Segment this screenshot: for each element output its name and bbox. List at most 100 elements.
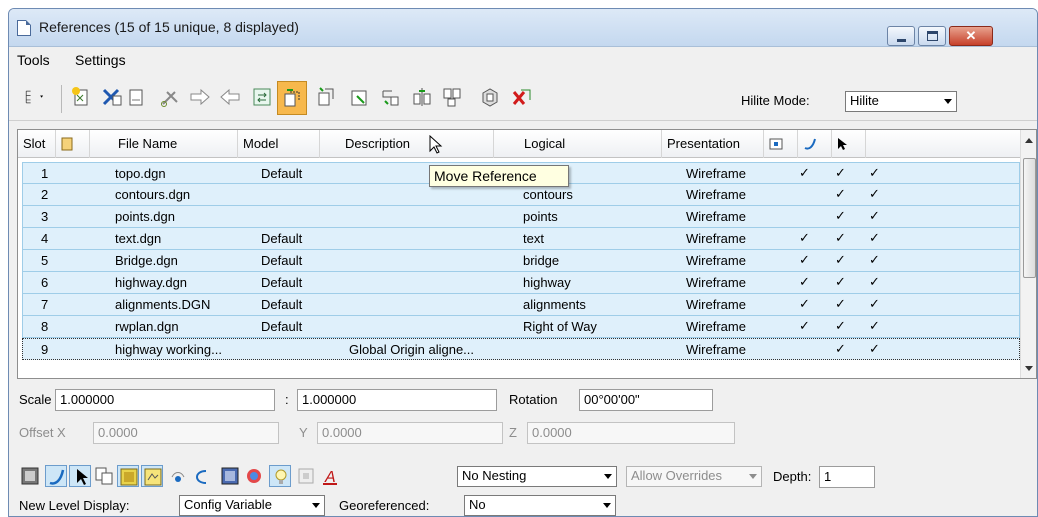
close-button[interactable]: ✕ [949, 26, 993, 46]
mirror-horizontal-button[interactable] [409, 83, 435, 111]
locate-check[interactable]: ✓ [869, 208, 880, 224]
georeferenced-select[interactable]: No [464, 495, 616, 516]
table-row[interactable]: 6 highway.dgn Default highway Wireframe … [22, 272, 1020, 294]
locate-check[interactable]: ✓ [869, 165, 880, 181]
column-header-presentation[interactable]: Presentation [662, 130, 764, 158]
offset-z-field[interactable]: 0.0000 [527, 422, 735, 444]
snap-check[interactable]: ✓ [835, 186, 846, 202]
move-reference-button[interactable] [277, 81, 307, 115]
reference-settings-button[interactable] [477, 83, 503, 111]
column-header-slot[interactable]: Slot [18, 130, 56, 158]
scroll-up-icon[interactable] [1025, 138, 1033, 143]
locate-check[interactable]: ✓ [869, 318, 880, 334]
tree-view-dropdown-button[interactable] [15, 83, 55, 111]
column-header-file-name[interactable]: File Name [90, 130, 238, 158]
table-row[interactable]: 7 alignments.DGN Default alignments Wire… [22, 294, 1020, 316]
clip-boundary-button[interactable] [157, 83, 183, 111]
ignore-attachment-button[interactable] [167, 465, 189, 487]
snap-check[interactable]: ✓ [835, 165, 846, 181]
scale-reference-button[interactable] [347, 83, 373, 111]
toolbar: Hilite Mode: Hilite [9, 73, 1037, 121]
column-header-doc[interactable] [56, 130, 90, 158]
display-check[interactable]: ✓ [799, 274, 810, 290]
true-scale-button[interactable] [93, 465, 115, 487]
display-check[interactable]: ✓ [799, 165, 810, 181]
rotate-reference-button[interactable] [377, 83, 403, 111]
snap-check[interactable]: ✓ [835, 296, 846, 312]
maximize-button[interactable] [918, 26, 946, 46]
locate-check[interactable]: ✓ [869, 252, 880, 268]
locate-check[interactable]: ✓ [869, 274, 880, 290]
table-row[interactable]: 4 text.dgn Default text Wireframe ✓ ✓ ✓ [22, 228, 1020, 250]
column-header-logical[interactable]: Logical [494, 130, 662, 158]
snap-check[interactable]: ✓ [835, 252, 846, 268]
presentation-cell: Wireframe [686, 209, 746, 224]
lighting-button[interactable] [269, 465, 291, 487]
column-header-model[interactable]: Model [238, 130, 320, 158]
hilite-mode-select[interactable]: Hilite [845, 91, 957, 112]
display-toggle-button[interactable] [19, 465, 41, 487]
vertical-scrollbar[interactable] [1020, 130, 1036, 378]
snap-check[interactable]: ✓ [835, 274, 846, 290]
offset-x-field[interactable]: 0.0000 [93, 422, 279, 444]
menu-tools[interactable]: Tools [17, 52, 50, 68]
clip-volume-button[interactable] [295, 465, 317, 487]
table-row[interactable]: 9 highway working... Global Origin align… [22, 338, 1020, 360]
column-header-snap[interactable] [798, 130, 832, 158]
locate-check[interactable]: ✓ [869, 186, 880, 202]
display-raster-button[interactable] [243, 465, 265, 487]
copy-reference-button[interactable] [313, 83, 339, 111]
scrollbar-thumb[interactable] [1023, 158, 1036, 278]
scroll-down-icon[interactable] [1025, 366, 1033, 371]
scale-master-field[interactable]: 1.000000 [55, 389, 275, 411]
level-display-button[interactable] [117, 465, 139, 487]
display-check[interactable]: ✓ [799, 296, 810, 312]
table-row[interactable]: 2 contours.dgn contours Wireframe ✓ ✓ [22, 184, 1020, 206]
clip-delete-button[interactable] [217, 83, 243, 111]
menu-settings[interactable]: Settings [75, 52, 126, 68]
slot-cell: 3 [41, 209, 49, 224]
nesting-select[interactable]: No Nesting [457, 466, 617, 487]
overrides-select[interactable]: Allow Overrides [626, 466, 762, 487]
snap-check[interactable]: ✓ [835, 341, 846, 357]
text-attachment-button[interactable]: A [319, 465, 341, 487]
table-row[interactable]: 3 points.dgn points Wireframe ✓ ✓ [22, 206, 1020, 228]
snap-check[interactable]: ✓ [835, 318, 846, 334]
detach-reference-button[interactable] [99, 83, 125, 111]
clip-mask-button[interactable] [187, 83, 213, 111]
rotation-field[interactable]: 00°00'00" [579, 389, 713, 411]
minimize-button[interactable] [887, 26, 915, 46]
delete-reference-button[interactable] [509, 83, 535, 111]
new-level-display-select[interactable]: Config Variable [179, 495, 325, 516]
scale-ref-field[interactable]: 1.000000 [297, 389, 497, 411]
title-bar[interactable]: References (15 of 15 unique, 8 displayed… [9, 9, 1037, 47]
live-nesting-button[interactable] [191, 465, 213, 487]
column-header-description[interactable]: Description [320, 130, 494, 158]
arrow-right-icon [190, 88, 210, 106]
mirror-vertical-button[interactable] [439, 83, 465, 111]
column-header-display[interactable] [764, 130, 798, 158]
window-title: References (15 of 15 unique, 8 displayed… [39, 19, 299, 35]
locate-check[interactable]: ✓ [869, 230, 880, 246]
depth-field[interactable]: 1 [819, 466, 875, 488]
attach-reference-button[interactable] [69, 83, 95, 111]
reload-reference-button[interactable] [123, 83, 149, 111]
table-row[interactable]: 8 rwplan.dgn Default Right of Way Wirefr… [22, 316, 1020, 338]
locate-toggle-button[interactable] [69, 465, 91, 487]
exchange-reference-button[interactable] [249, 83, 275, 111]
snap-check[interactable]: ✓ [835, 230, 846, 246]
locate-check[interactable]: ✓ [869, 296, 880, 312]
display-check[interactable]: ✓ [799, 318, 810, 334]
table-header: Slot File Name Model Description Logical… [18, 130, 1020, 158]
display-check[interactable]: ✓ [799, 252, 810, 268]
treat-as-element-button[interactable] [219, 465, 241, 487]
table-row[interactable]: 5 Bridge.dgn Default bridge Wireframe ✓ … [22, 250, 1020, 272]
offset-y-field[interactable]: 0.0000 [317, 422, 503, 444]
raster-display-button[interactable] [141, 465, 163, 487]
locate-check[interactable]: ✓ [869, 341, 880, 357]
snap-check[interactable]: ✓ [835, 208, 846, 224]
column-header-locate[interactable] [832, 130, 866, 158]
display-check[interactable]: ✓ [799, 230, 810, 246]
rotation-label: Rotation [509, 392, 558, 407]
snap-toggle-button[interactable] [45, 465, 67, 487]
